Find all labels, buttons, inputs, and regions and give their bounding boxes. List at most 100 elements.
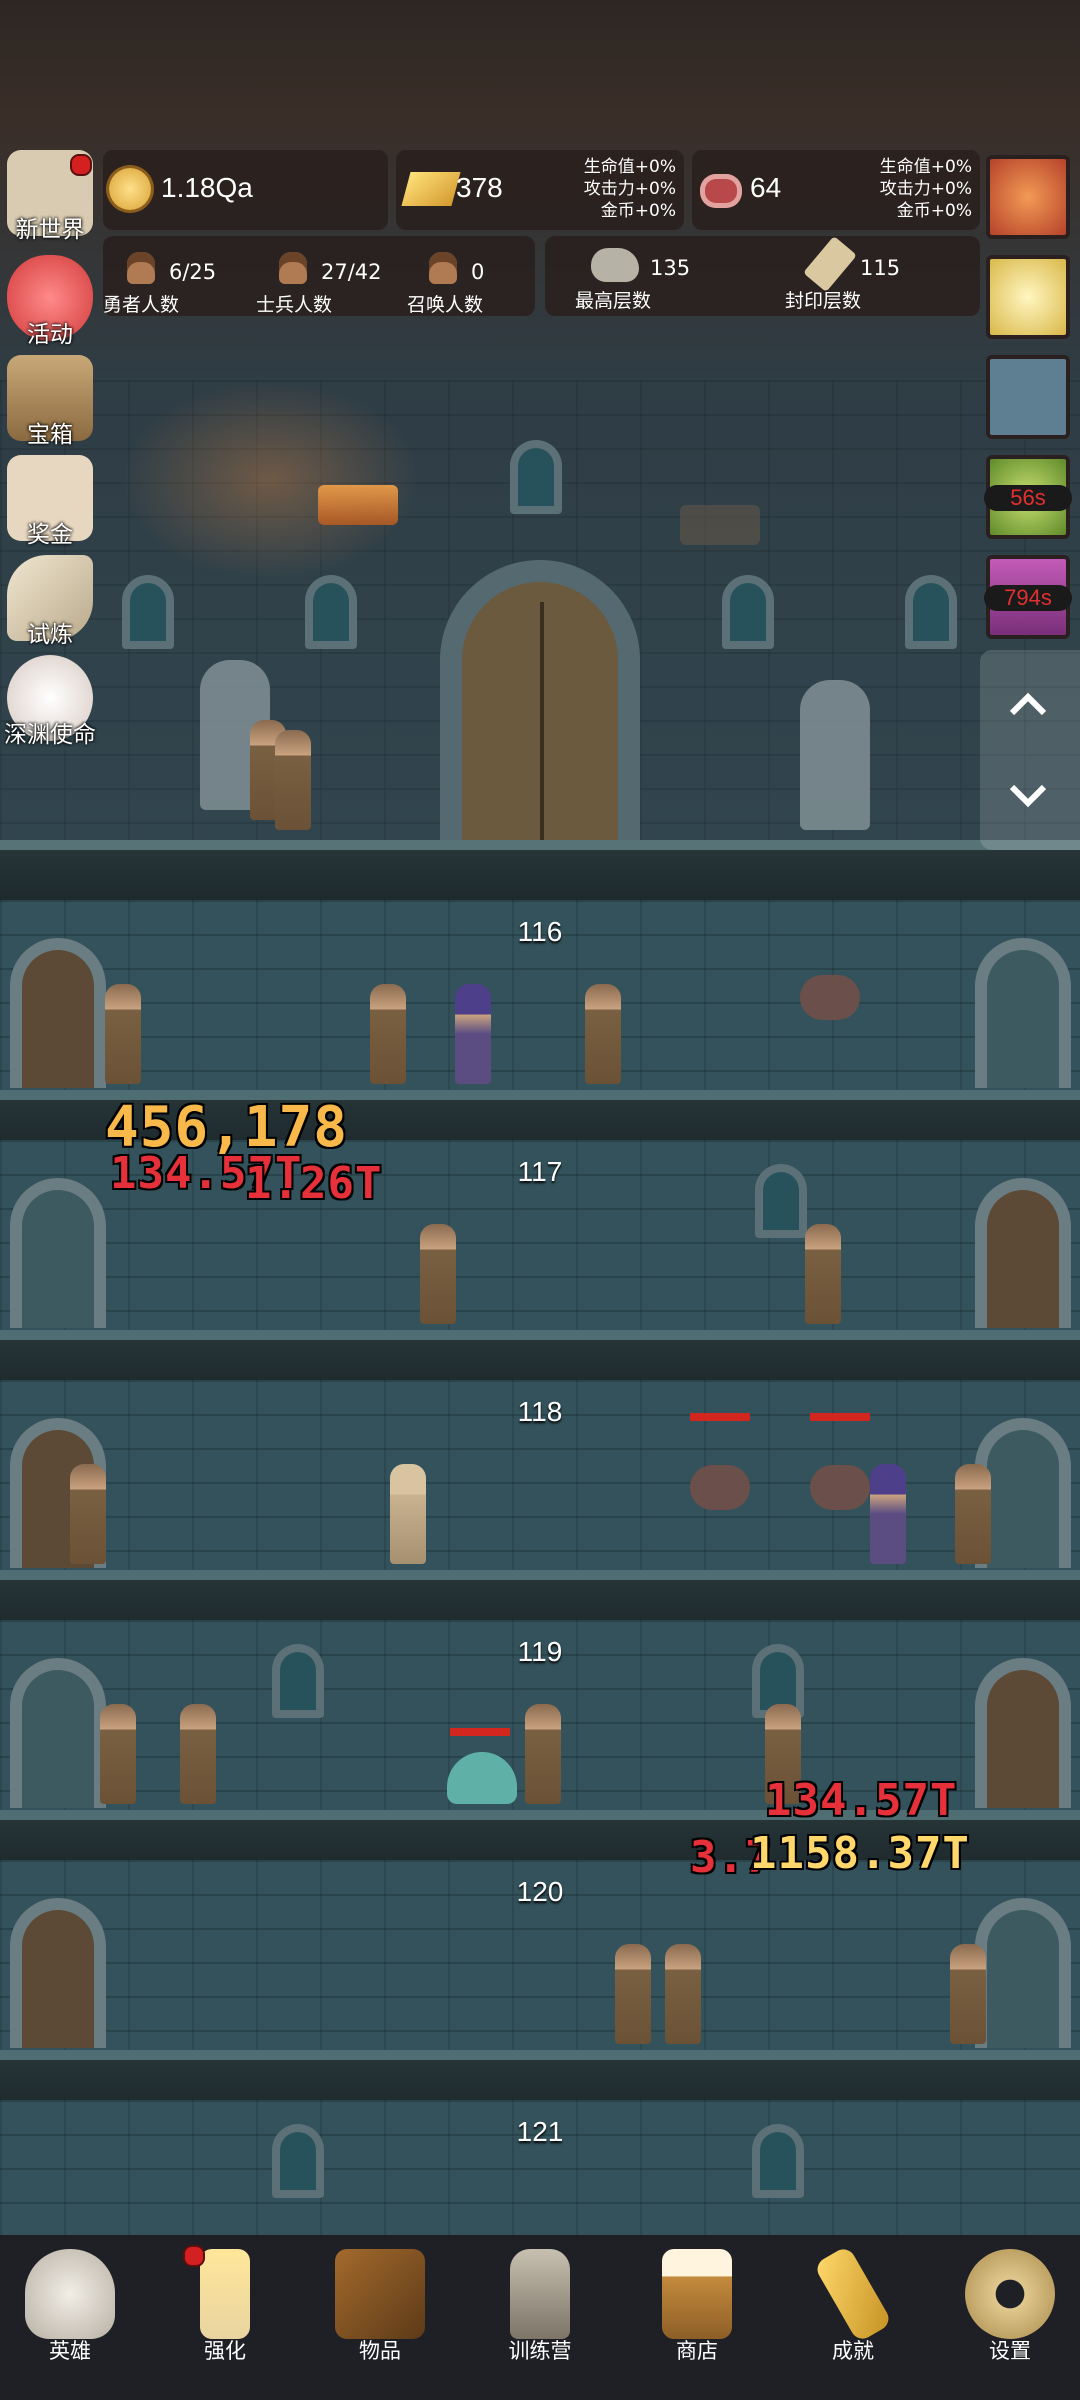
floor-door (975, 1658, 1071, 1808)
gold-bar-amount: 378 (456, 172, 503, 203)
hero-unit[interactable] (70, 1464, 106, 1564)
nav-label: 英雄 (49, 2339, 91, 2363)
summon-head-icon (429, 252, 457, 284)
lantern-icon (510, 2249, 570, 2339)
menu-label: 试炼 (27, 622, 73, 648)
chevron-down-icon[interactable] (1008, 775, 1048, 815)
nav-label: 物品 (359, 2339, 401, 2363)
wizard-unit[interactable] (455, 984, 491, 1084)
cooldown-timer: 56s (984, 485, 1072, 511)
hero-unit[interactable] (100, 1704, 136, 1804)
cleric-unit[interactable] (390, 1464, 426, 1564)
floor-number: 121 (516, 2116, 564, 2147)
window (122, 575, 174, 649)
hero-unit[interactable] (275, 730, 311, 830)
hero-unit[interactable] (665, 1944, 701, 2044)
new-world-button[interactable]: 新世界 (0, 150, 100, 244)
apple-boost-button[interactable] (986, 155, 1070, 239)
window (272, 2124, 324, 2198)
bonus-hp: 生命值+0% (583, 157, 676, 177)
summon-count-label: 召唤人数 (407, 294, 484, 316)
bonus-coin: 金币+0% (600, 201, 676, 221)
bat-enemy[interactable] (810, 1465, 870, 1510)
candle-boost-button[interactable] (986, 255, 1070, 339)
damage-number: 1158.37T (750, 1828, 970, 1879)
unit-count-panel: 6/25 勇者人数 27/42 士兵人数 0 召唤人数 (103, 236, 535, 316)
nav-training-camp[interactable]: 训练营 (470, 2235, 610, 2400)
soldier-count: 27/42 (321, 260, 382, 284)
purple-chest-button[interactable]: 794s (984, 555, 1072, 639)
floor-door (975, 1178, 1071, 1328)
floor-gate (10, 1658, 106, 1808)
max-floor: 135 (650, 256, 691, 280)
event-button[interactable]: 活动 (0, 255, 100, 349)
hero-unit[interactable] (805, 1224, 841, 1324)
max-floor-label: 最高层数 (575, 290, 652, 312)
hero-count-label: 勇者人数 (103, 294, 180, 316)
nav-label: 设置 (989, 2339, 1031, 2363)
nav-items[interactable]: 物品 (310, 2235, 450, 2400)
coin-icon (109, 168, 151, 210)
floor-number: 116 (517, 916, 563, 947)
floor-gate (975, 1898, 1071, 2048)
green-orb-button[interactable]: 56s (984, 455, 1072, 539)
meat-icon (700, 174, 742, 208)
nav-settings[interactable]: 设置 (940, 2235, 1080, 2400)
dungeon-main-door (440, 560, 640, 840)
floor-row: 118 (0, 1380, 1080, 1620)
enemy-hp-bar (690, 1413, 750, 1421)
gold-bonus-list: 生命值+0% 攻击力+0% 金币+0% (584, 156, 676, 222)
dungeon-scene: 116 117 118 119 120 121 456,178 134.57T … (0, 0, 1080, 2235)
meat-panel[interactable]: 64 生命值+0% 攻击力+0% 金币+0% (692, 150, 980, 230)
hero-unit[interactable] (420, 1224, 456, 1324)
hero-unit[interactable] (950, 1944, 986, 2044)
hero-unit[interactable] (525, 1704, 561, 1804)
window (510, 440, 562, 514)
floor-number: 118 (517, 1396, 563, 1427)
trial-button[interactable]: 试炼 (0, 555, 100, 649)
slime-enemy[interactable] (447, 1752, 517, 1804)
menu-label: 宝箱 (27, 422, 73, 448)
hero-unit[interactable] (955, 1464, 991, 1564)
floor-door (10, 1898, 106, 2048)
wizard-unit[interactable] (870, 1464, 906, 1564)
meat-bonus-list: 生命值+0% 攻击力+0% 金币+0% (880, 156, 972, 222)
skull-icon (25, 2249, 115, 2339)
damage-number: 1.26T (245, 1158, 383, 1209)
bonus-hp: 生命值+0% (879, 157, 972, 177)
key-icon (813, 2245, 893, 2343)
window (752, 2124, 804, 2198)
nav-label: 商店 (676, 2339, 718, 2363)
mug-icon (662, 2249, 732, 2339)
hero-unit[interactable] (370, 984, 406, 1084)
abyss-mission-button[interactable]: 深渊使命 (0, 655, 100, 749)
scroll-bag-button[interactable] (986, 355, 1070, 439)
bat-enemy[interactable] (690, 1465, 750, 1510)
hero-unit[interactable] (180, 1704, 216, 1804)
chevron-up-icon[interactable] (1008, 685, 1048, 725)
floor-number: 119 (517, 1636, 563, 1667)
floor-door (10, 938, 106, 1088)
hero-unit[interactable] (615, 1944, 651, 2044)
floor-gate (10, 1178, 106, 1328)
hero-unit[interactable] (105, 984, 141, 1084)
floor-scroll-controls (980, 650, 1080, 850)
nav-heroes[interactable]: 英雄 (0, 2235, 140, 2400)
window (755, 1164, 807, 1238)
bonus-coin: 金币+0% (896, 201, 972, 221)
hero-unit[interactable] (585, 984, 621, 1084)
chandelier-lit (318, 485, 398, 525)
bonus-button[interactable]: 奖金 (0, 455, 100, 549)
nav-enhance[interactable]: 强化 (155, 2235, 295, 2400)
bat-enemy[interactable] (800, 975, 860, 1020)
gold-bar-panel[interactable]: 378 生命值+0% 攻击力+0% 金币+0% (396, 150, 684, 230)
coin-panel[interactable]: 1.18Qa (103, 150, 388, 230)
enemy-hp-bar (450, 1728, 510, 1736)
notification-dot (70, 154, 92, 176)
hero-count: 6/25 (169, 260, 217, 284)
book-icon (335, 2249, 425, 2339)
floor-ledge (0, 1570, 1080, 1620)
nav-shop[interactable]: 商店 (627, 2235, 767, 2400)
nav-achievements[interactable]: 成就 (783, 2235, 923, 2400)
chest-button[interactable]: 宝箱 (0, 355, 100, 449)
